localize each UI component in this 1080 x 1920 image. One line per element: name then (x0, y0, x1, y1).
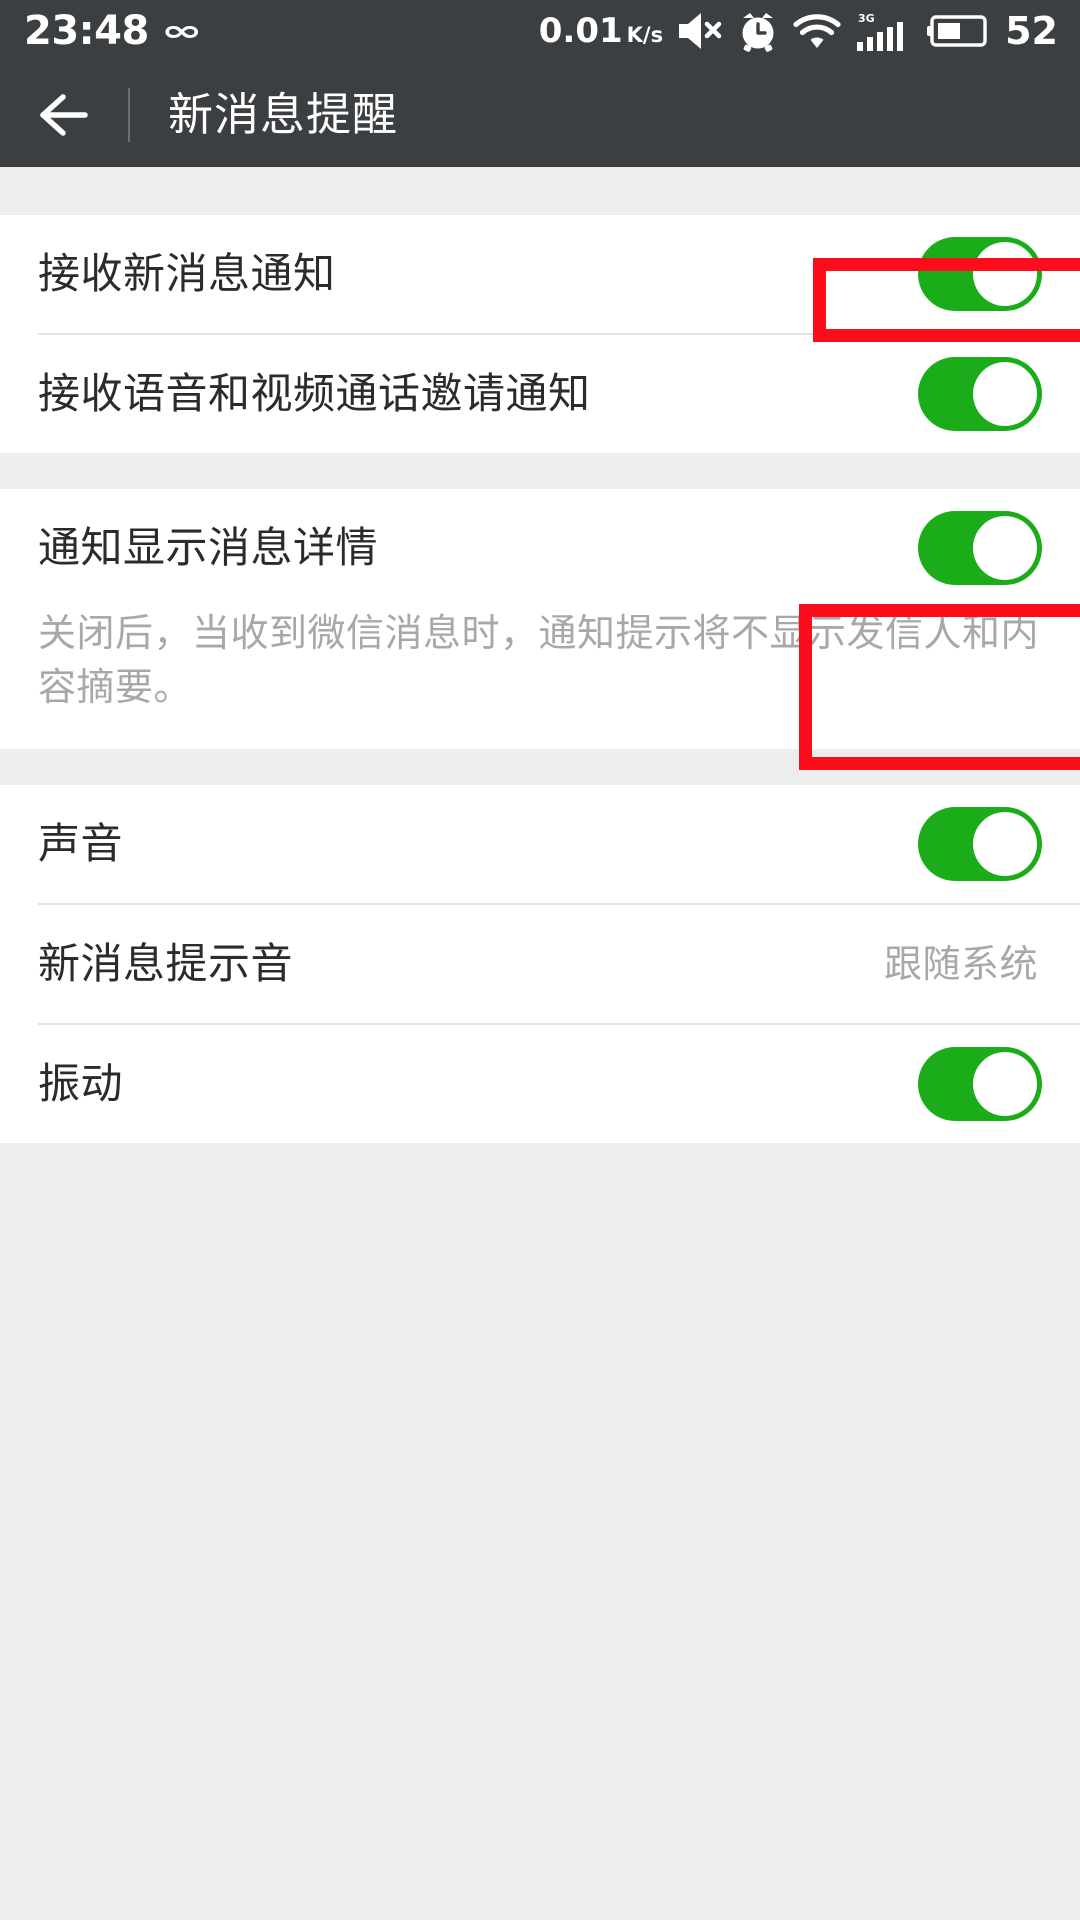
message-detail-description: 关闭后，当收到微信消息时，通知提示将不显示发信人和内容摘要。 (38, 611, 1040, 709)
infinity-icon: ∞ (160, 14, 203, 48)
row-label: 接收新消息通知 (38, 249, 336, 298)
row-receive-new-message-notification[interactable]: 接收新消息通知 (0, 215, 1080, 333)
network-speed-unit: K/s (626, 23, 664, 47)
status-bar-left: 23:48 ∞ (24, 8, 202, 54)
alarm-clock-icon (737, 10, 779, 52)
speaker-mute-icon (677, 11, 723, 51)
row-label: 振动 (38, 1058, 124, 1108)
app-header: 新消息提醒 (0, 62, 1080, 167)
wifi-icon (793, 12, 841, 50)
battery-percentage: 52 (1005, 9, 1058, 53)
status-bar: 23:48 ∞ 0.01 K/s 3G 52 (0, 0, 1080, 62)
settings-group-sound: 声音 新消息提示音 跟随系统 振动 (0, 784, 1080, 1143)
battery-icon (927, 13, 989, 49)
message-detail-description-block: 关闭后，当收到微信消息时，通知提示将不显示发信人和内容摘要。 (0, 607, 1080, 749)
toggle-vibrate[interactable] (918, 1046, 1042, 1121)
network-speed-value: 0.01 (538, 11, 623, 51)
back-button[interactable] (0, 62, 128, 167)
section-gap-2 (0, 748, 1080, 785)
toggle-knob (973, 362, 1037, 426)
header-divider (128, 87, 130, 142)
row-new-message-tone[interactable]: 新消息提示音 跟随系统 (0, 904, 1080, 1023)
signal-bars-3g-icon: 3G (855, 10, 913, 52)
settings-group-message-detail: 通知显示消息详情 关闭后，当收到微信消息时，通知提示将不显示发信人和内容摘要。 (0, 489, 1080, 749)
row-receive-voice-video-call-invite-notification[interactable]: 接收语音和视频通话邀请通知 (0, 335, 1080, 453)
new-message-tone-value: 跟随系统 (883, 941, 1038, 986)
svg-text:3G: 3G (858, 12, 875, 25)
row-show-message-detail[interactable]: 通知显示消息详情 (0, 489, 1080, 607)
settings-content: 接收新消息通知 接收语音和视频通话邀请通知 通知显示消息详情 关闭后，当收到微信… (0, 167, 1080, 1920)
row-label: 新消息提示音 (38, 938, 294, 988)
row-label: 通知显示消息详情 (38, 523, 379, 572)
section-gap-top (0, 167, 1080, 215)
status-bar-clock: 23:48 (24, 8, 149, 54)
row-sound[interactable]: 声音 (0, 784, 1080, 903)
row-label: 接收语音和视频通话邀请通知 (38, 369, 591, 418)
toggle-receive-voice-video-call-invite-notification[interactable] (918, 357, 1042, 431)
row-label: 声音 (38, 818, 124, 868)
toggle-show-message-detail[interactable] (918, 511, 1042, 585)
toggle-knob (973, 516, 1037, 580)
network-speed-indicator: 0.01 K/s (539, 14, 663, 48)
status-bar-right: 0.01 K/s 3G 52 (539, 10, 1058, 52)
toggle-knob (973, 1051, 1037, 1116)
toggle-knob (973, 811, 1037, 876)
row-vibrate[interactable]: 振动 (0, 1024, 1080, 1143)
section-gap-1 (0, 453, 1080, 489)
toggle-knob (973, 242, 1037, 306)
page-title: 新消息提醒 (168, 88, 399, 141)
toggle-sound[interactable] (918, 806, 1042, 881)
back-arrow-icon (35, 91, 93, 139)
phone-screen: 23:48 ∞ 0.01 K/s 3G 52 新消息提醒 接收新消息通知 接收语… (0, 0, 1080, 1920)
settings-group-notifications: 接收新消息通知 接收语音和视频通话邀请通知 (0, 215, 1080, 453)
toggle-receive-new-message-notification[interactable] (918, 237, 1042, 311)
